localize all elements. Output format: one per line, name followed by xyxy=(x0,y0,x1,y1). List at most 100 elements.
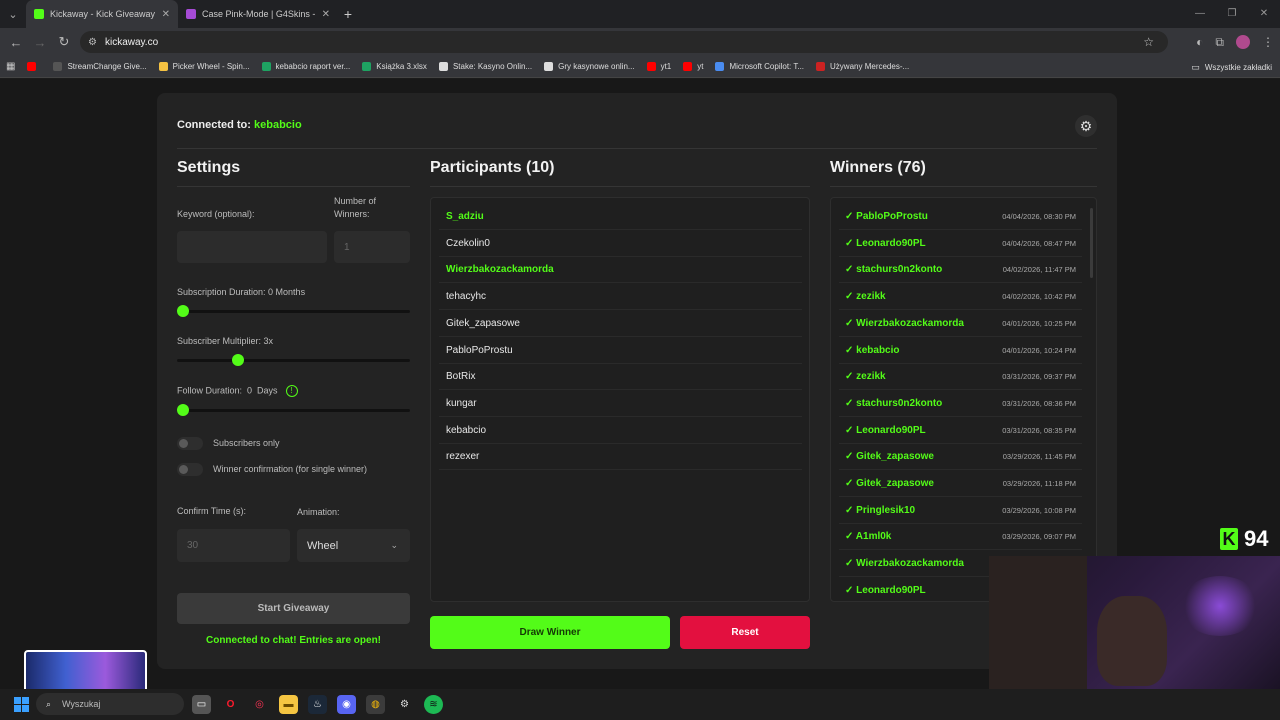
profile-avatar[interactable] xyxy=(1236,35,1250,49)
winner-row[interactable]: ✓ A1ml0k 03/29/2026, 09:07 PM xyxy=(839,524,1082,551)
bookmark-favicon-icon xyxy=(646,62,656,71)
sub-multiplier-slider[interactable] xyxy=(177,354,410,366)
settings-gear-icon[interactable]: ⚙ xyxy=(1075,115,1097,137)
discord-icon[interactable]: ◉ xyxy=(337,695,356,714)
bookmark-item[interactable]: kebabcio raport ver... xyxy=(256,62,357,71)
follow-duration-knob[interactable] xyxy=(177,404,189,416)
follow-duration-slider[interactable] xyxy=(177,404,410,416)
winner-row[interactable]: ✓ Gitek_zapasowe 03/29/2026, 11:45 PM xyxy=(839,444,1082,471)
draw-winner-button[interactable]: Draw Winner xyxy=(430,616,670,649)
winner-row[interactable]: ✓ stachurs0n2konto 03/31/2026, 08:36 PM xyxy=(839,391,1082,417)
bookmark-item[interactable]: Microsoft Copilot: T... xyxy=(709,62,810,71)
participant-row[interactable]: tehacyhc xyxy=(439,284,802,311)
winner-row[interactable]: ✓ Wierzbakozackamorda 04/01/2026, 10:25 P… xyxy=(839,311,1082,337)
opera-gx-icon[interactable]: ◎ xyxy=(250,695,269,714)
address-bar[interactable]: ⚙ kickaway.co ☆ xyxy=(80,31,1168,53)
bookmark-item[interactable]: Gry kasynowe onlin... xyxy=(538,62,640,71)
chrome-icon[interactable]: ◍ xyxy=(366,695,385,714)
sub-duration-slider[interactable] xyxy=(177,305,410,317)
tab-kickaway[interactable]: Kickaway - Kick Giveaway Tool ✕ xyxy=(26,0,178,28)
bookmark-favicon-icon xyxy=(27,62,37,71)
participant-row[interactable]: Gitek_zapasowe xyxy=(439,311,802,337)
keyword-input[interactable] xyxy=(177,231,327,263)
bookmark-item[interactable]: Używany Mercedes-... xyxy=(810,62,915,71)
close-window-icon[interactable]: ✕ xyxy=(1248,0,1280,28)
participant-row[interactable]: PabloPoProstu xyxy=(439,338,802,364)
winners-count-input[interactable]: 1 xyxy=(334,231,410,263)
winner-row[interactable]: ✓ Gitek_zapasowe 03/29/2026, 11:18 PM xyxy=(839,471,1082,497)
participant-row[interactable]: BotRix xyxy=(439,364,802,391)
winner-row[interactable]: ✓ stachurs0n2konto 04/02/2026, 11:47 PM xyxy=(839,257,1082,284)
bookmark-item[interactable]: yt xyxy=(677,62,709,71)
bookmark-item[interactable]: Stake: Kasyno Onlin... xyxy=(433,62,538,71)
subscribers-only-toggle[interactable] xyxy=(177,437,203,450)
opera-icon[interactable]: O xyxy=(221,695,240,714)
winner-row[interactable]: ✓ kebabcio 04/01/2026, 10:24 PM xyxy=(839,338,1082,364)
reset-button[interactable]: Reset xyxy=(680,616,810,649)
file-explorer-icon[interactable]: ▬ xyxy=(279,695,298,714)
winner-row[interactable]: ✓ Leonardo90PL 04/04/2026, 08:47 PM xyxy=(839,231,1082,257)
sub-multiplier-knob[interactable] xyxy=(232,354,245,366)
reload-icon[interactable]: ↻ xyxy=(52,34,76,50)
back-icon[interactable]: ← xyxy=(4,35,28,50)
participant-row[interactable]: Wierzbakozackamorda xyxy=(439,257,802,284)
participant-row[interactable]: kungar xyxy=(439,391,802,417)
participant-row[interactable]: S_adziu xyxy=(439,204,802,230)
forward-icon[interactable]: → xyxy=(28,35,52,50)
participant-row[interactable]: Czekolin0 xyxy=(439,231,802,257)
all-bookmarks[interactable]: ▭ Wszystkie zakładki xyxy=(1191,56,1272,78)
animation-select[interactable]: Wheel ⌄ xyxy=(297,529,410,562)
winner-row[interactable]: ✓ PabloPoProstu 04/04/2026, 08:30 PM xyxy=(839,204,1082,230)
bookmark-label: yt xyxy=(697,62,704,71)
winner-row[interactable]: ✓ zezikk 03/31/2026, 09:37 PM xyxy=(839,364,1082,391)
extension-icon[interactable]: ◐ xyxy=(1196,35,1203,49)
kick-logo-icon: K xyxy=(1220,528,1238,550)
header-divider xyxy=(177,148,1097,149)
close-tab-icon[interactable]: ✕ xyxy=(322,9,330,20)
bookmark-star-icon[interactable]: ☆ xyxy=(1143,35,1154,49)
close-tab-icon[interactable]: ✕ xyxy=(162,9,170,20)
webcam-feed xyxy=(989,556,1280,690)
tab-search-icon[interactable]: ⌄ xyxy=(0,0,26,28)
minimize-icon[interactable]: — xyxy=(1184,0,1216,28)
site-info-icon[interactable]: ⚙ xyxy=(88,37,97,48)
task-view-icon[interactable]: ▭ xyxy=(192,695,211,714)
settings-app-icon[interactable]: ⚙ xyxy=(395,695,414,714)
bookmark-item[interactable]: StreamChange Give... xyxy=(47,62,152,71)
sub-duration-knob[interactable] xyxy=(177,305,189,317)
bookmark-item[interactable]: yt1 xyxy=(641,62,678,71)
winners-list[interactable]: ✓ PabloPoProstu 04/04/2026, 08:30 PM ✓ Leo… xyxy=(830,197,1097,602)
subscribers-only-label: Subscribers only xyxy=(213,438,280,448)
winner-name: ✓ Leonardo90PL xyxy=(845,237,926,249)
tab-g4skins[interactable]: Case Pink-Mode | G4Skins - Op ✕ xyxy=(178,0,338,28)
webcam-purple-light xyxy=(1180,576,1260,636)
winner-name: ✓ Gitek_zapasowe xyxy=(845,478,934,489)
apps-grid-icon[interactable]: ▦ xyxy=(0,61,21,72)
bookmark-item[interactable] xyxy=(21,62,47,71)
participants-list[interactable]: S_adziu Czekolin0 Wierzbakozackamorda tehac… xyxy=(430,197,810,602)
participant-row[interactable]: kebabcio xyxy=(439,418,802,444)
spotify-icon[interactable]: ≋ xyxy=(424,695,443,714)
winner-row[interactable]: ✓ Pringlesik10 03/29/2026, 10:08 PM xyxy=(839,498,1082,524)
bookmark-item[interactable]: Książka 3.xlsx xyxy=(356,62,433,71)
winner-name: ✓ Gitek_zapasowe xyxy=(845,451,934,463)
participant-row[interactable]: rezexer xyxy=(439,444,802,471)
start-giveaway-button[interactable]: Start Giveaway xyxy=(177,593,410,624)
confirm-time-input[interactable]: 30 xyxy=(177,529,290,562)
browser-menu-icon[interactable]: ⋮ xyxy=(1262,35,1274,49)
steam-icon[interactable]: ♨ xyxy=(308,695,327,714)
maximize-icon[interactable]: ❐ xyxy=(1216,0,1248,28)
new-tab-icon[interactable]: + xyxy=(338,6,358,22)
winners-scrollbar[interactable] xyxy=(1090,208,1093,278)
extensions-puzzle-icon[interactable]: ⧉ xyxy=(1215,35,1224,50)
windows-start-icon[interactable] xyxy=(14,697,29,712)
window-controls: — ❐ ✕ xyxy=(1184,0,1280,28)
winner-confirmation-toggle[interactable] xyxy=(177,463,203,476)
taskbar-search[interactable]: ⌕ Wyszukaj xyxy=(36,693,184,715)
winner-row[interactable]: ✓ Leonardo90PL 03/31/2026, 08:35 PM xyxy=(839,418,1082,444)
info-icon[interactable]: ! xyxy=(285,385,298,397)
kick-viewer-badge: K 94 xyxy=(1220,526,1268,552)
bookmark-favicon-icon xyxy=(362,62,372,71)
winner-row[interactable]: ✓ zezikk 04/02/2026, 10:42 PM xyxy=(839,284,1082,311)
bookmark-item[interactable]: Picker Wheel - Spin... xyxy=(153,62,256,71)
